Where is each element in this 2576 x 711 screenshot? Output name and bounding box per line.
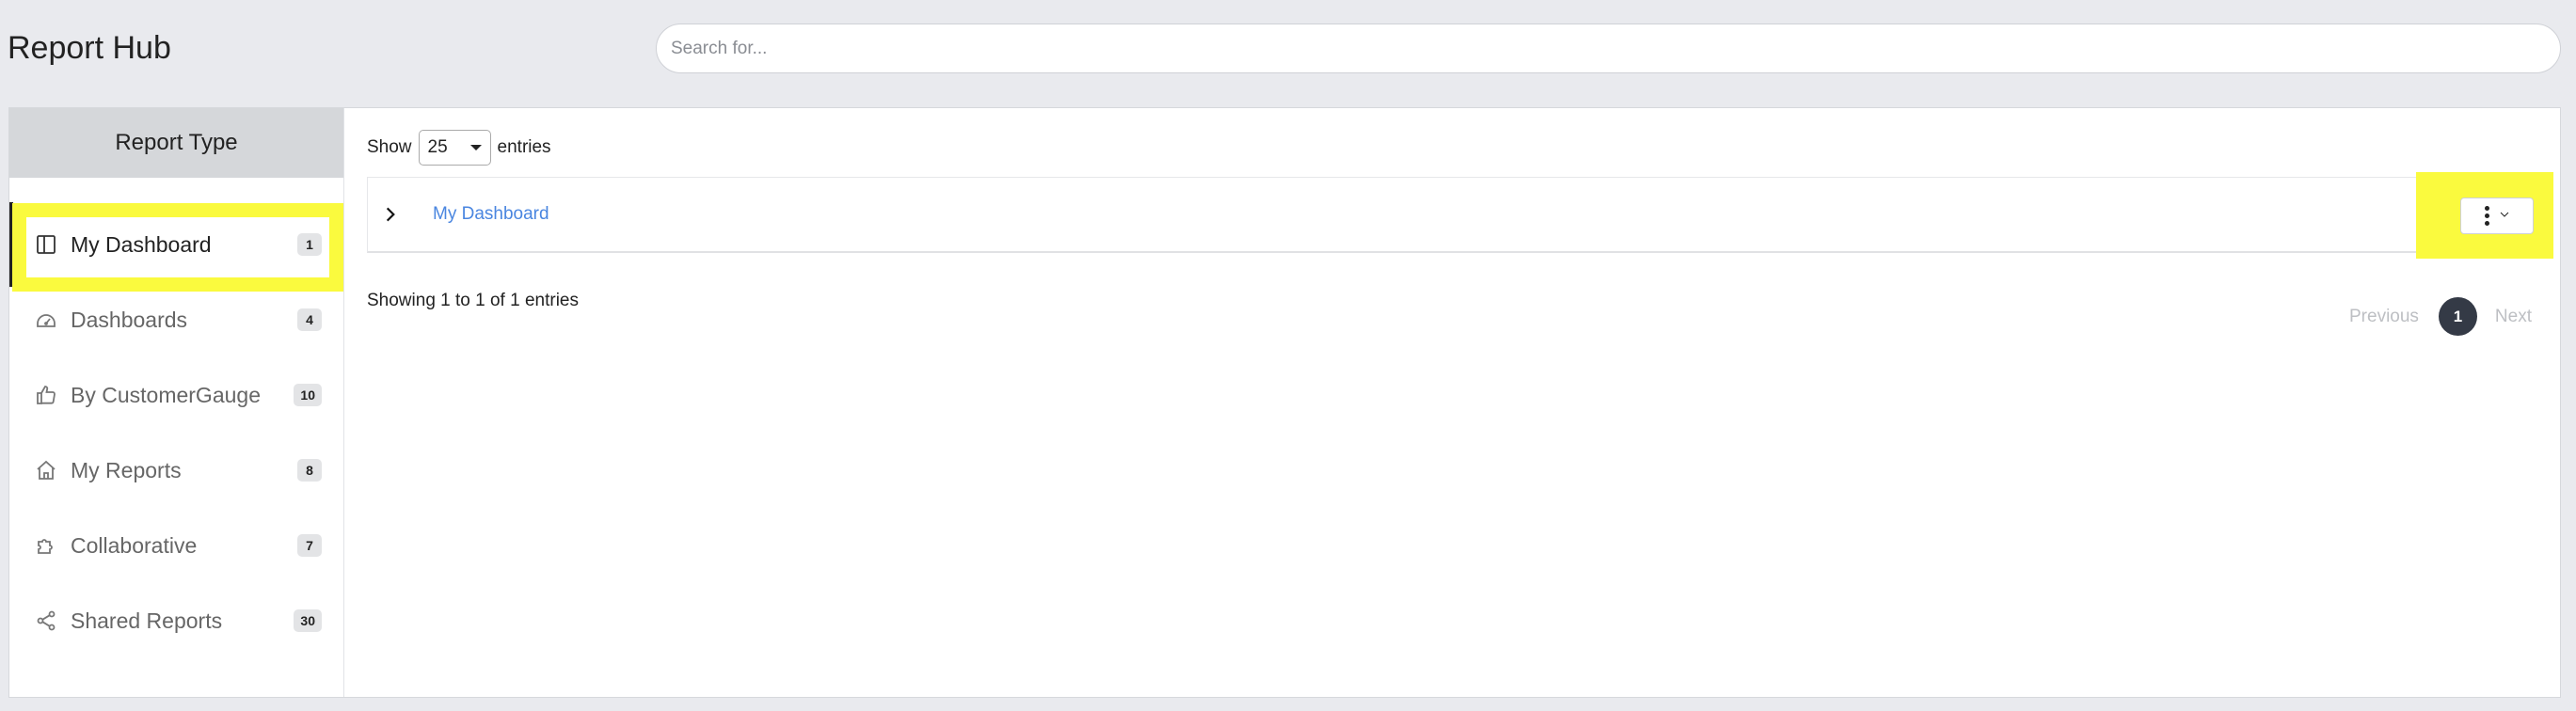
count-badge: 8 (297, 459, 322, 482)
home-icon (35, 458, 59, 482)
count-badge: 10 (294, 384, 322, 406)
show-label: Show (367, 137, 412, 157)
sidebar-item-my-reports[interactable]: My Reports 8 (9, 433, 344, 508)
count-badge: 1 (297, 233, 322, 256)
sidebar-title: Report Type (9, 108, 343, 178)
sidebar-item-collaborative[interactable]: Collaborative 7 (9, 508, 344, 583)
chevron-down-icon (2499, 208, 2510, 225)
page-button-current[interactable]: 1 (2438, 297, 2477, 336)
caret-down-icon (469, 145, 482, 150)
chevron-right-icon[interactable] (381, 205, 405, 224)
puzzle-icon (35, 533, 59, 558)
count-badge: 7 (297, 534, 322, 557)
page-title: Report Hub (8, 30, 171, 66)
sidebar-item-my-dashboard[interactable]: My Dashboard 1 (9, 202, 344, 287)
gauge-icon (35, 308, 59, 332)
sidebar-item-by-customergauge[interactable]: By CustomerGauge 10 (9, 357, 344, 433)
page-length-value: 25 (427, 137, 448, 157)
pagination: Previous 1 Next (2349, 297, 2532, 336)
report-type-list: My Dashboard 1 Dashboards 4 By CustomerG… (9, 202, 344, 658)
report-panel: Report Type My Dashboard 1 Dashboards 4 (8, 107, 2561, 698)
next-button[interactable]: Next (2495, 307, 2532, 327)
report-type-sidebar: Report Type My Dashboard 1 Dashboards 4 (9, 108, 344, 697)
layout-icon (35, 232, 59, 257)
sidebar-item-shared-reports[interactable]: Shared Reports 30 (9, 583, 344, 658)
share-icon (35, 608, 59, 633)
page-length-control: Show 25 entries (367, 130, 551, 166)
report-link[interactable]: My Dashboard (433, 204, 549, 225)
sidebar-item-dashboards[interactable]: Dashboards 4 (9, 282, 344, 357)
page-length-select[interactable]: 25 (418, 130, 491, 166)
count-badge: 30 (294, 609, 322, 632)
search-bar[interactable] (656, 24, 2561, 73)
count-badge: 4 (297, 308, 322, 331)
thumbs-up-icon (35, 383, 59, 407)
entries-label: entries (497, 137, 551, 157)
table-row: My Dashboard (367, 177, 2542, 253)
row-actions-button[interactable] (2460, 198, 2534, 234)
search-input[interactable] (657, 24, 2560, 72)
table-info: Showing 1 to 1 of 1 entries (367, 291, 579, 310)
report-list-area: Show 25 entries My Dashboard Showing 1 t… (345, 108, 2560, 697)
kebab-menu-icon (2484, 206, 2489, 226)
previous-button[interactable]: Previous (2349, 307, 2419, 327)
